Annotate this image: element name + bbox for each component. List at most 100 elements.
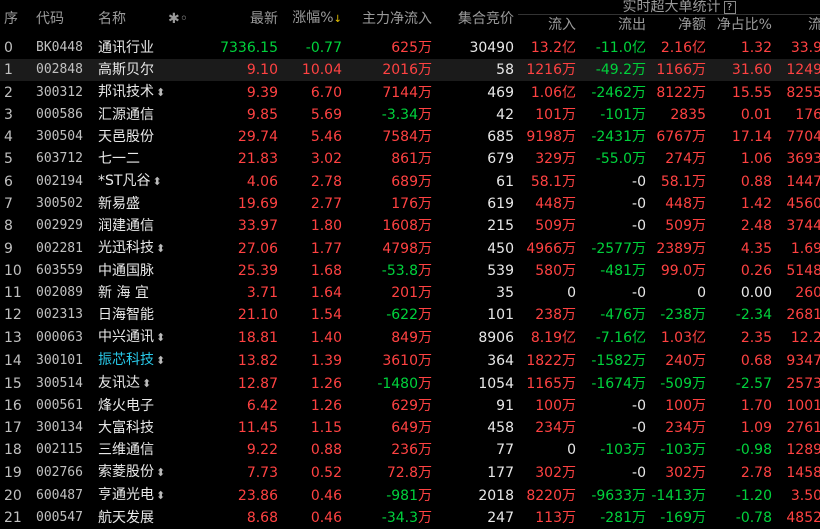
stock-name[interactable]: 光迅科技 bbox=[98, 240, 154, 256]
table-row[interactable]: 21 000547 航天发展 8.68 0.46 -34.3万 247 113万 -281万 -1… bbox=[0, 507, 820, 529]
stock-name[interactable]: 亨通光电 bbox=[98, 487, 154, 503]
inflow-cell: 101万 bbox=[518, 104, 580, 126]
row-index: 18 bbox=[0, 439, 36, 461]
stock-name[interactable]: 大富科技 bbox=[98, 420, 154, 436]
header-change-pct[interactable]: 涨幅%↓ bbox=[282, 0, 346, 37]
header-price[interactable]: 最新 bbox=[216, 0, 282, 37]
table-row[interactable]: 11002089新 海 宜3.711.64201万350-000.00260万 bbox=[0, 282, 820, 304]
table-row[interactable]: 10 603559 中通国脉 25.39 1.68 -53.8万 539 580万 -481万 9… bbox=[0, 260, 820, 282]
change-cell: 2.78 bbox=[282, 170, 346, 193]
header-change-label: 涨幅% bbox=[292, 9, 334, 26]
table-row[interactable]: 12 002313 日海智能 21.10 1.54 -622万 101 238万 -476万 -2… bbox=[0, 304, 820, 326]
header-inflow-2[interactable]: 流入 bbox=[776, 15, 820, 38]
stock-name[interactable]: 汇源通信 bbox=[98, 107, 154, 123]
stock-name[interactable]: 天邑股份 bbox=[98, 129, 154, 145]
in: 448 bbox=[535, 196, 562, 212]
main: -981 bbox=[386, 487, 418, 504]
header-inflow[interactable]: 流入 bbox=[518, 15, 580, 38]
header-outflow[interactable]: 流出 bbox=[580, 15, 650, 38]
auction-cell: 247 bbox=[436, 507, 518, 529]
stock-code: 300134 bbox=[36, 417, 98, 439]
stock-name[interactable]: 日海智能 bbox=[98, 307, 154, 323]
stock-name[interactable]: 高斯贝尔 bbox=[98, 62, 154, 78]
stock-name[interactable]: 润建通信 bbox=[98, 218, 154, 234]
header-main-flow[interactable]: 主力净流入 bbox=[346, 0, 436, 37]
change-cell: 6.70 bbox=[282, 81, 346, 104]
help-icon[interactable]: ? bbox=[723, 0, 736, 14]
code: 002194 bbox=[36, 173, 83, 189]
table-row[interactable]: 14 300101 振芯科技 ⬍ 13.82 1.39 3610万 364 1822万 -1582… bbox=[0, 349, 820, 372]
row-index: 0 bbox=[0, 37, 36, 59]
ratio-cell: -0.78 bbox=[710, 507, 776, 529]
in: 1822 bbox=[526, 352, 562, 369]
stock-name[interactable]: 七一二 bbox=[98, 151, 140, 167]
table-row[interactable]: 16 000561 烽火电子 6.42 1.26 629万 91 100万 -0 100万 1.70… bbox=[0, 395, 820, 417]
header-code[interactable]: 代码 bbox=[36, 0, 98, 37]
header-name[interactable]: 名称 ✱◦ bbox=[98, 0, 216, 37]
table-row[interactable]: 6 002194 *ST凡谷 ⬍ 4.06 2.78 689万 61 58.1万 -0 58.1万 0… bbox=[0, 170, 820, 193]
table-row[interactable]: 15 300514 友讯达 ⬍ 12.87 1.26 -1480万 1054 1165万 -167… bbox=[0, 372, 820, 395]
table-row[interactable]: 17 300134 大富科技 11.45 1.15 649万 458 234万 -0 234万 1.… bbox=[0, 417, 820, 439]
unit: 万 bbox=[632, 84, 646, 101]
table-row[interactable]: 9 002281 光迅科技 ⬍ 27.06 1.77 4798万 450 4966万 -2577万… bbox=[0, 237, 820, 260]
table-row[interactable]: 7 300502 新易盛 19.69 2.77 176万 619 448万 -0 448万 1.42… bbox=[0, 193, 820, 215]
stock-name[interactable]: 航天发展 bbox=[98, 510, 154, 526]
inflow2-cell: 4560万 bbox=[776, 193, 820, 215]
stock-name[interactable]: 烽火电子 bbox=[98, 398, 154, 414]
header-net[interactable]: 净额 bbox=[650, 15, 710, 38]
main: 625 bbox=[391, 40, 418, 56]
header-net-ratio[interactable]: 净占比% bbox=[710, 15, 776, 38]
header-auction[interactable]: 集合竞价 bbox=[436, 0, 518, 37]
row-index: 20 bbox=[0, 484, 36, 507]
change-cell: 2.77 bbox=[282, 193, 346, 215]
main: 176 bbox=[391, 196, 418, 212]
table-row[interactable]: 1 002848 高斯贝尔 9.10 10.04 2016万 58 1216万 -49.2万 11… bbox=[0, 59, 820, 81]
row-index: 17 bbox=[0, 417, 36, 439]
ratio-cell: -0.98 bbox=[710, 439, 776, 461]
stock-name[interactable]: 三维通信 bbox=[98, 442, 154, 458]
in: 8.19 bbox=[530, 329, 562, 346]
inflow-cell: 113万 bbox=[518, 507, 580, 529]
table-row[interactable]: 4 300504 天邑股份 29.74 5.46 7584万 685 9198万 -2431万 6… bbox=[0, 126, 820, 148]
in2: 2681 bbox=[786, 307, 820, 323]
table-row[interactable]: 0 BK0448 通讯行业 7336.15 -0.77 625万 30490 13.2亿 -11… bbox=[0, 37, 820, 59]
stock-name[interactable]: *ST凡谷 bbox=[98, 173, 150, 189]
inflow2-cell: 4852万 bbox=[776, 507, 820, 529]
stock-name[interactable]: 通讯行业 bbox=[98, 40, 154, 56]
idx: 13 bbox=[4, 329, 22, 346]
table-row[interactable]: 20 600487 亨通光电 ⬍ 23.86 0.46 -981万 2018 8220万 -963… bbox=[0, 484, 820, 507]
table-row[interactable]: 13 000063 中兴通讯 ⬍ 18.81 1.40 849万 8906 8.19亿 -7.16… bbox=[0, 326, 820, 349]
name-settings-icon[interactable]: ✱◦ bbox=[168, 11, 188, 27]
auction: 1054 bbox=[478, 375, 514, 392]
auction: 35 bbox=[496, 285, 514, 301]
inflow-cell: 1822万 bbox=[518, 349, 580, 372]
unit: 亿 bbox=[692, 329, 706, 346]
stock-name[interactable]: 振芯科技 bbox=[98, 352, 154, 368]
auction: 458 bbox=[487, 420, 514, 436]
unit: 万 bbox=[632, 263, 646, 279]
table-row[interactable]: 18 002115 三维通信 9.22 0.88 236万 77 0 -103万 -103万 -0.… bbox=[0, 439, 820, 461]
table-row[interactable]: 3 000586 汇源通信 9.85 5.69 -3.34万 42 101万 -101万 2835… bbox=[0, 104, 820, 126]
code: 300502 bbox=[36, 196, 83, 211]
stock-name-cell: 大富科技 bbox=[98, 417, 216, 439]
stock-name-cell: 新易盛 bbox=[98, 193, 216, 215]
unit: 万 bbox=[418, 307, 432, 323]
unit: 万 bbox=[632, 107, 646, 123]
stock-name[interactable]: 新 海 宜 bbox=[98, 285, 149, 301]
table-row[interactable]: 2 300312 邦讯技术 ⬍ 9.39 6.70 7144万 469 1.06亿 -2462万 8… bbox=[0, 81, 820, 104]
stock-name[interactable]: 索菱股份 bbox=[98, 464, 154, 480]
stock-name[interactable]: 中通国脉 bbox=[98, 263, 154, 279]
in: 1.06 bbox=[530, 84, 562, 101]
outflow-cell: -7.16亿 bbox=[580, 326, 650, 349]
stock-name[interactable]: 中兴通讯 bbox=[98, 329, 154, 345]
stock-name[interactable]: 新易盛 bbox=[98, 196, 140, 212]
header-index[interactable]: 序 bbox=[0, 0, 36, 37]
main-flow-cell: 649万 bbox=[346, 417, 436, 439]
stock-name[interactable]: 友讯达 bbox=[98, 375, 140, 391]
main: 3610 bbox=[382, 352, 418, 369]
code: 002766 bbox=[36, 464, 83, 480]
table-row[interactable]: 8 002929 润建通信 33.97 1.80 1608万 215 509万 -0 509万 2.… bbox=[0, 215, 820, 237]
stock-name[interactable]: 邦讯技术 bbox=[98, 84, 154, 100]
table-row[interactable]: 19 002766 索菱股份 ⬍ 7.73 0.52 72.8万 177 302万 -0 302万 2… bbox=[0, 461, 820, 484]
table-row[interactable]: 5 603712 七一二 21.83 3.02 861万 679 329万 -55.0万 274万… bbox=[0, 148, 820, 170]
